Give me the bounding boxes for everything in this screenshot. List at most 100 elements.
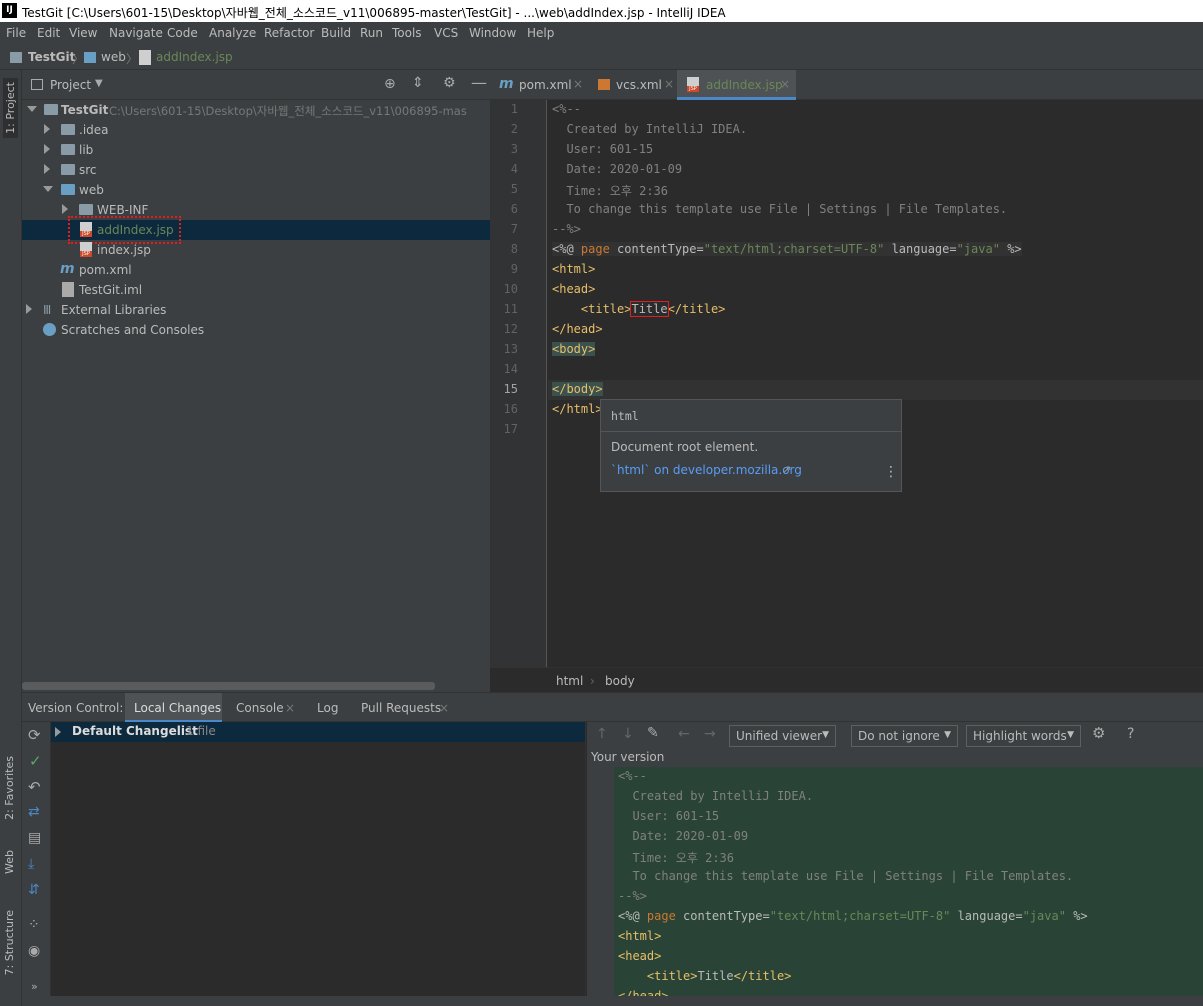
close-icon[interactable]: ×	[285, 701, 295, 715]
tree-root-path: C:\Users\601-15\Desktop\자바웹_전체_소스코드_v11\…	[109, 104, 467, 118]
code-editor[interactable]: <%-- Created by IntelliJ IDEA. User: 601…	[548, 100, 1203, 667]
close-icon[interactable]: ×	[780, 77, 790, 91]
shelve-icon[interactable]: ⤓	[28, 856, 34, 872]
menu-analyze[interactable]: Analyze	[209, 26, 256, 40]
xml-file-icon	[598, 79, 610, 90]
tab-pull-requests[interactable]: Pull Requests	[361, 701, 441, 715]
breadcrumb-html[interactable]: html	[556, 674, 583, 688]
code-line: Date: 2020-01-09	[552, 162, 683, 176]
help-icon[interactable]: ?	[1127, 726, 1134, 742]
changelist-default[interactable]: Default Changelist 1 file	[51, 722, 585, 742]
ignore-select[interactable]: Do not ignore ▼	[851, 725, 958, 747]
menu-build[interactable]: Build	[321, 26, 351, 40]
tab-favorites-tool[interactable]: 2: Favorites	[3, 756, 16, 820]
nav-file[interactable]: addIndex.jsp	[156, 50, 233, 64]
rollback-icon[interactable]: ↶	[28, 778, 41, 796]
tree-item-pom-xml[interactable]: m pom.xml	[22, 260, 490, 280]
chevron-down-icon: ▼	[944, 730, 951, 740]
menu-view[interactable]: View	[69, 26, 97, 40]
prev-diff-icon[interactable]: ↑	[596, 726, 608, 742]
external-link-icon: ↗	[782, 463, 792, 476]
collapse-all-icon[interactable]: ⇕	[412, 75, 424, 91]
horizontal-scrollbar[interactable]	[22, 682, 435, 690]
folder-icon	[61, 124, 75, 135]
tab-pom-xml[interactable]: m pom.xml ×	[490, 70, 589, 100]
current-line-highlight	[548, 380, 1203, 400]
intellij-logo-icon: IJ	[2, 3, 17, 18]
diff-content[interactable]: <%-- Created by IntelliJ IDEA. User: 601…	[614, 767, 1203, 1006]
tree-item-index-jsp[interactable]: JSP index.jsp	[22, 240, 490, 260]
expand-icon[interactable]: ⇵	[28, 882, 40, 898]
menu-file[interactable]: File	[6, 26, 26, 40]
close-icon[interactable]: ×	[573, 77, 583, 91]
nav-folder[interactable]: web	[101, 50, 126, 64]
gear-icon[interactable]: ⚙	[443, 75, 456, 91]
eye-icon[interactable]: ◉	[28, 943, 40, 959]
menu-help[interactable]: Help	[527, 26, 554, 40]
code-line: Created by IntelliJ IDEA.	[552, 122, 748, 136]
tree-root-testgit[interactable]: TestGit C:\Users\601-15\Desktop\자바웹_전체_소…	[22, 100, 490, 120]
group-by-icon[interactable]: ⁘	[28, 917, 40, 933]
tree-item-scratches[interactable]: Scratches and Consoles	[22, 320, 490, 340]
code-line: --%>	[552, 222, 581, 236]
menu-vcs[interactable]: VCS	[434, 26, 458, 40]
tree-item-addindex-jsp[interactable]: JSP addIndex.jsp	[22, 216, 490, 244]
tab-project-tool[interactable]: 1: Project	[3, 78, 18, 138]
tab-vcs-xml[interactable]: vcs.xml ×	[590, 70, 677, 100]
gear-icon[interactable]: ⚙	[1092, 724, 1105, 742]
status-bar	[22, 996, 1203, 1006]
popup-mdn-link[interactable]: `html` on developer.mozilla.org	[611, 463, 802, 477]
more-options-icon[interactable]: ⋮	[884, 464, 898, 480]
prev-file-icon[interactable]: ←	[678, 726, 690, 742]
close-icon[interactable]: ×	[439, 701, 449, 715]
tree-item-src[interactable]: src	[22, 160, 490, 180]
menu-refactor[interactable]: Refactor	[264, 26, 314, 40]
tree-item-idea[interactable]: .idea	[22, 120, 490, 140]
edit-pencil-icon[interactable]: ✎	[647, 725, 659, 741]
tab-addindex-jsp[interactable]: JSP addIndex.jsp ×	[677, 70, 796, 100]
next-file-icon[interactable]: →	[704, 726, 716, 742]
nav-project[interactable]: TestGit	[28, 50, 75, 64]
menu-edit[interactable]: Edit	[37, 26, 60, 40]
project-panel-title[interactable]: Project	[50, 78, 91, 92]
chevron-down-icon[interactable]: ▼	[95, 78, 103, 89]
code-line: User: 601-15	[552, 142, 654, 156]
more-icon[interactable]: »	[31, 980, 38, 993]
minimize-icon[interactable]: —	[471, 73, 487, 92]
code-line: <title>Title</title>	[552, 301, 726, 317]
changelist-icon[interactable]: ▤	[28, 830, 41, 846]
menu-navigate[interactable]: Navigate	[109, 26, 163, 40]
web-folder-icon	[84, 52, 96, 63]
diff-icon[interactable]: ⇄	[28, 804, 40, 820]
tab-web-tool[interactable]: Web	[3, 850, 16, 874]
tree-item-web[interactable]: web	[22, 180, 490, 200]
tree-item-lib[interactable]: lib	[22, 140, 490, 160]
your-version-label: Your version	[591, 750, 665, 764]
tree-item-testgit-iml[interactable]: TestGit.iml	[22, 280, 490, 300]
window-title-bar: IJ TestGit [C:\Users\601-15\Desktop\자바웹_…	[0, 0, 1203, 22]
menu-code[interactable]: Code	[167, 26, 198, 40]
changelist-tree: Default Changelist 1 file	[51, 722, 586, 1006]
menu-window[interactable]: Window	[469, 26, 516, 40]
editor-gutter: 1 2 3 4 5 6 7 8 9 10 11 12 13 14 15 16 1…	[490, 100, 547, 667]
jsp-file-icon: JSP	[687, 77, 699, 92]
project-panel: Project ▼ ⊕ ⇕ ⚙ — TestGit C:\Users\601-1…	[22, 70, 490, 692]
tab-structure-tool[interactable]: 7: Structure	[3, 910, 16, 975]
chevron-down-icon: ▼	[822, 730, 829, 740]
tab-log[interactable]: Log	[317, 701, 338, 715]
menu-tools[interactable]: Tools	[392, 26, 422, 40]
viewer-select[interactable]: Unified viewer ▼	[729, 725, 836, 747]
maven-icon: m	[60, 261, 75, 277]
locate-icon[interactable]: ⊕	[384, 76, 396, 92]
breadcrumb-body[interactable]: body	[605, 674, 635, 688]
next-diff-icon[interactable]: ↓	[622, 726, 634, 742]
iml-file-icon	[62, 282, 74, 297]
highlight-select[interactable]: Highlight words ▼	[966, 725, 1081, 747]
folder-icon	[44, 104, 58, 115]
menu-run[interactable]: Run	[360, 26, 383, 40]
tab-console[interactable]: Console	[236, 701, 284, 715]
close-icon[interactable]: ×	[664, 77, 674, 91]
commit-check-icon[interactable]: ✓	[29, 752, 42, 770]
refresh-icon[interactable]: ⟳	[28, 726, 41, 744]
tree-item-external-libraries[interactable]: Ⅲ External Libraries	[22, 300, 490, 320]
